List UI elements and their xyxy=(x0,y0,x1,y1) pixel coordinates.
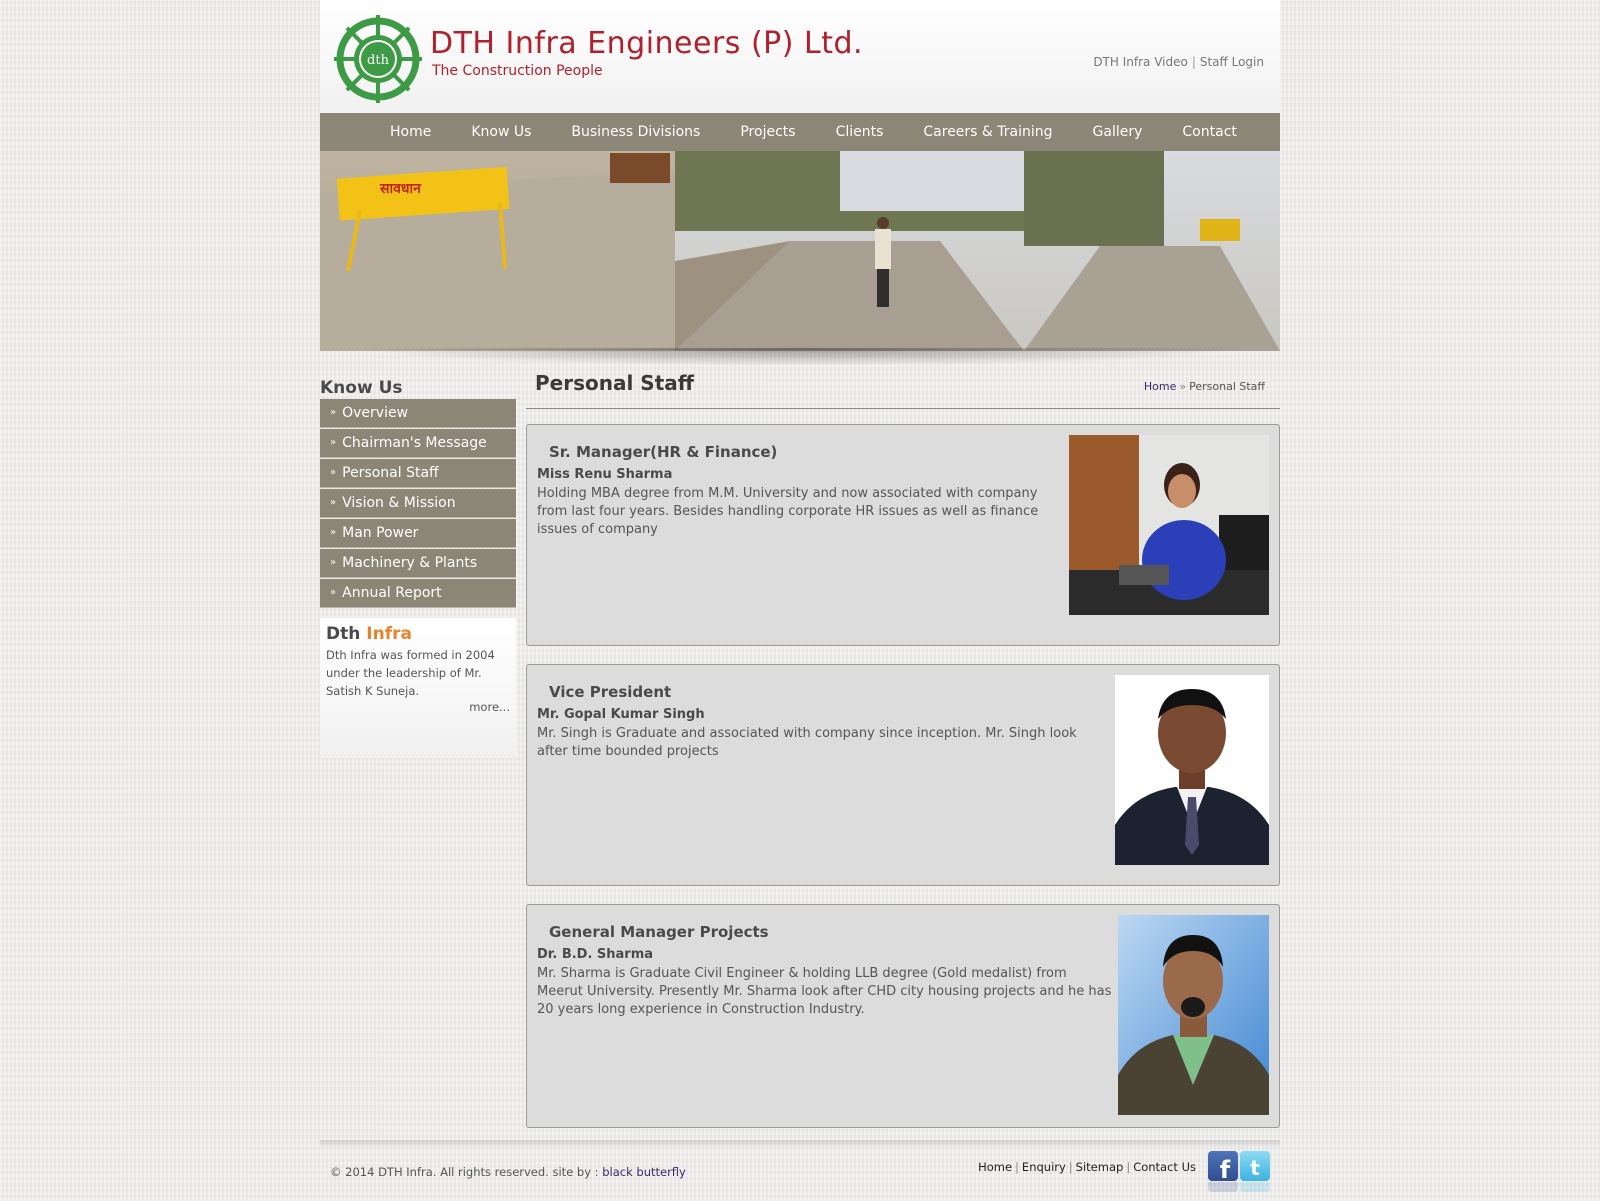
link-separator: | xyxy=(1191,55,1196,69)
nav-item-gallery[interactable]: Gallery xyxy=(1073,124,1163,140)
site-header: dth DTH Infra Engineers (P) Ltd. The Con… xyxy=(320,0,1280,113)
staff-photo xyxy=(1115,675,1269,865)
nav-item-projects[interactable]: Projects xyxy=(720,124,815,140)
staff-description: Mr. Sharma is Graduate Civil Engineer & … xyxy=(537,966,1112,1017)
staff-login-link[interactable]: Staff Login xyxy=(1200,55,1264,69)
link-separator: | xyxy=(1126,1160,1131,1174)
sidebar-title: Know Us xyxy=(320,378,403,398)
sidebar-item-machinery-plants[interactable]: » Machinery & Plants xyxy=(320,549,516,578)
chevron-right-icon: » xyxy=(330,437,337,448)
sidebar-item-chairmans-message[interactable]: » Chairman's Message xyxy=(320,429,516,458)
sidebar-item-label: Annual Report xyxy=(342,585,442,601)
staff-description: Holding MBA degree from M.M. University … xyxy=(537,486,1039,537)
chevron-right-icon: » xyxy=(330,407,337,418)
breadcrumb-home-link[interactable]: Home xyxy=(1144,380,1176,393)
nav-item-careers-training[interactable]: Careers & Training xyxy=(903,124,1072,140)
svg-text:सावधान: सावधान xyxy=(379,181,422,197)
staff-photo xyxy=(1118,915,1269,1115)
chevron-right-icon: » xyxy=(330,497,337,508)
staff-role: Sr. Manager(HR & Finance) xyxy=(549,443,778,461)
sidebar-item-label: Chairman's Message xyxy=(342,435,487,451)
staff-photo xyxy=(1069,435,1269,615)
about-box-text: Dth Infra was formed in 2004 under the l… xyxy=(326,648,495,698)
staff-role: Vice President xyxy=(549,683,672,701)
sidebar-item-label: Man Power xyxy=(342,525,419,541)
dharma-wheel-logo[interactable]: dth xyxy=(332,13,424,105)
sidebar-item-label: Vision & Mission xyxy=(342,495,456,511)
page-wrapper: dth DTH Infra Engineers (P) Ltd. The Con… xyxy=(320,0,1280,1201)
footer-links: Home | Enquiry | Sitemap | Contact Us xyxy=(978,1160,1196,1174)
sidebar-item-vision-mission[interactable]: » Vision & Mission xyxy=(320,489,516,518)
read-more-link[interactable]: more... xyxy=(469,700,510,714)
main-navigation: Home Know Us Business Divisions Projects… xyxy=(320,113,1280,151)
footer-link-contact-us[interactable]: Contact Us xyxy=(1133,1160,1196,1174)
road-construction-photos: सावधान xyxy=(320,151,1280,351)
svg-text:t: t xyxy=(1250,1156,1260,1180)
company-tagline: The Construction People xyxy=(432,63,603,79)
staff-description: Mr. Singh is Graduate and associated wit… xyxy=(537,726,1077,759)
chevron-right-icon: » xyxy=(330,587,337,598)
staff-name: Mr. Gopal Kumar Singh xyxy=(537,707,705,722)
sidebar-item-overview[interactable]: » Overview xyxy=(320,399,516,428)
staff-card: Sr. Manager(HR & Finance) Miss Renu Shar… xyxy=(526,424,1280,646)
link-separator: | xyxy=(1068,1160,1073,1174)
nav-item-contact[interactable]: Contact xyxy=(1162,124,1256,140)
hero-banner: सावधान xyxy=(320,151,1280,351)
footer-link-enquiry[interactable]: Enquiry xyxy=(1022,1160,1066,1174)
banner-shadow xyxy=(350,348,1250,366)
company-name: DTH Infra Engineers (P) Ltd. xyxy=(430,26,864,61)
copyright-text: © 2014 DTH Infra. All rights reserved. s… xyxy=(330,1165,686,1179)
sidebar-item-annual-report[interactable]: » Annual Report xyxy=(320,579,516,608)
nav-item-home[interactable]: Home xyxy=(370,124,451,140)
chevron-right-icon: » xyxy=(330,467,337,478)
credit-link[interactable]: black butterfly xyxy=(602,1165,686,1179)
chevron-right-icon: » xyxy=(330,557,337,568)
breadcrumb-current: Personal Staff xyxy=(1189,380,1265,393)
staff-name: Dr. B.D. Sharma xyxy=(537,947,654,962)
staff-card: General Manager Projects Dr. B.D. Sharma… xyxy=(526,904,1280,1128)
link-separator: | xyxy=(1015,1160,1019,1174)
header-utility-links: DTH Infra Video | Staff Login xyxy=(1093,55,1264,69)
chevron-right-icon: » xyxy=(330,527,337,538)
about-box: Dth Infra Dth Infra was formed in 2004 u… xyxy=(320,618,516,758)
page-title: Personal Staff xyxy=(535,371,694,395)
staff-role: General Manager Projects xyxy=(549,923,769,941)
about-box-title: Dth Infra xyxy=(326,624,412,644)
breadcrumb: Home» Personal Staff xyxy=(1144,380,1265,393)
dth-infra-video-link[interactable]: DTH Infra Video xyxy=(1093,55,1188,69)
breadcrumb-separator: » xyxy=(1179,380,1187,393)
title-divider xyxy=(526,408,1280,409)
nav-item-business-divisions[interactable]: Business Divisions xyxy=(551,124,720,140)
sidebar-item-label: Overview xyxy=(342,405,409,421)
staff-card: Vice President Mr. Gopal Kumar Singh Mr.… xyxy=(526,664,1280,886)
nav-item-know-us[interactable]: Know Us xyxy=(451,124,551,140)
footer-link-sitemap[interactable]: Sitemap xyxy=(1076,1160,1124,1174)
sidebar-item-label: Personal Staff xyxy=(342,465,439,481)
footer-link-home[interactable]: Home xyxy=(978,1160,1012,1174)
sidebar-item-man-power[interactable]: » Man Power xyxy=(320,519,516,548)
nav-item-clients[interactable]: Clients xyxy=(816,124,904,140)
sidebar-menu: » Overview » Chairman's Message » Personal … xyxy=(320,399,516,609)
sidebar-item-personal-staff[interactable]: » Personal Staff xyxy=(320,459,516,488)
sidebar-item-label: Machinery & Plants xyxy=(342,555,478,571)
svg-text:dth: dth xyxy=(367,53,390,68)
svg-text:f: f xyxy=(1220,1156,1231,1181)
footer-divider xyxy=(320,1140,1280,1148)
facebook-icon[interactable]: f xyxy=(1208,1151,1238,1192)
twitter-icon[interactable]: t xyxy=(1240,1151,1270,1192)
staff-name: Miss Renu Sharma xyxy=(537,467,673,482)
